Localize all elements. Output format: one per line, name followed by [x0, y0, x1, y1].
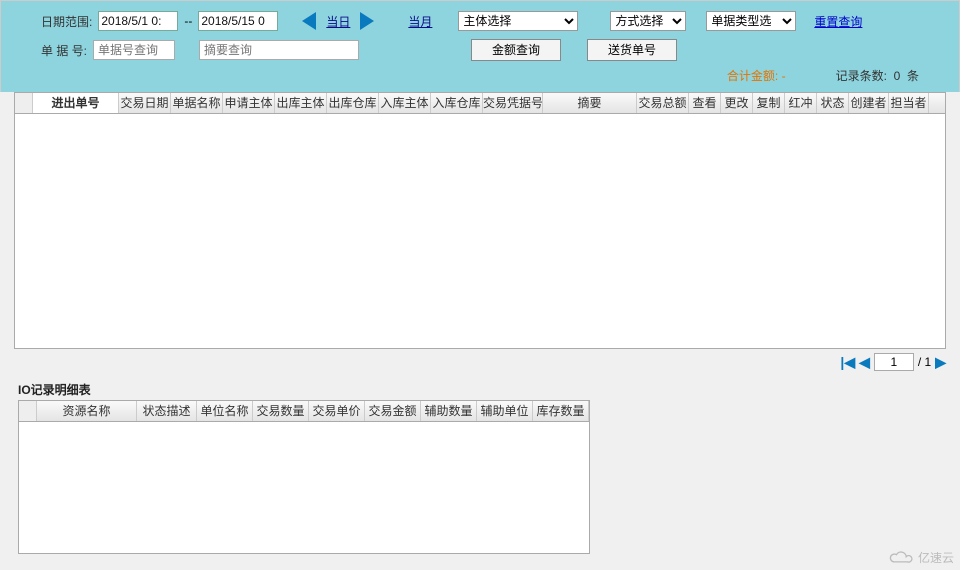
month-button[interactable]: 当月	[404, 13, 436, 30]
subject-select[interactable]: 主体选择	[458, 11, 578, 31]
today-button[interactable]: 当日	[322, 13, 354, 30]
bill-no-label: 单 据 号:	[41, 42, 87, 59]
grid-col-header[interactable]: 红冲	[785, 93, 817, 113]
date-separator: --	[184, 14, 192, 28]
date-range-label: 日期范围:	[41, 13, 92, 30]
summary-input[interactable]	[199, 40, 359, 60]
grid-body[interactable]	[14, 114, 946, 349]
detail-col-header[interactable]: 交易单价	[309, 401, 365, 421]
grid-col-header[interactable]: 入库主体	[379, 93, 431, 113]
detail-col-header[interactable]: 交易数量	[253, 401, 309, 421]
next-day-icon[interactable]	[360, 12, 374, 30]
watermark-text: 亿速云	[918, 549, 954, 566]
mode-select[interactable]: 方式选择	[610, 11, 686, 31]
grid-col-header[interactable]: 单据名称	[171, 93, 223, 113]
total-amount: 合计金额: -	[727, 67, 786, 84]
prev-day-icon[interactable]	[302, 12, 316, 30]
pager-next-icon[interactable]: ▶	[935, 354, 946, 371]
delivery-no-button[interactable]: 送货单号	[587, 39, 677, 61]
detail-body[interactable]	[18, 422, 590, 554]
grid-col-header[interactable]: 查看	[689, 93, 721, 113]
detail-col-header[interactable]: 状态描述	[137, 401, 197, 421]
pager: |◀ ◀ / 1 ▶	[0, 349, 960, 375]
detail-col-header[interactable]: 辅助单位	[477, 401, 533, 421]
grid-col-header[interactable]: 更改	[721, 93, 753, 113]
grid-col-header[interactable]: 出库主体	[275, 93, 327, 113]
toolbar-row-2: 单 据 号: 金额查询 送货单号	[1, 35, 959, 65]
main-grid: 进出单号交易日期单据名称申请主体出库主体出库仓库入库主体入库仓库交易凭据号摘要交…	[0, 92, 960, 349]
grid-header: 进出单号交易日期单据名称申请主体出库主体出库仓库入库主体入库仓库交易凭据号摘要交…	[14, 92, 946, 114]
detail-col-header[interactable]: 交易金额	[365, 401, 421, 421]
pager-prev-icon[interactable]: ◀	[859, 354, 870, 371]
detail-col-header[interactable]: 库存数量	[533, 401, 589, 421]
record-count: 记录条数: 0 条	[836, 67, 919, 84]
watermark: 亿速云	[888, 549, 954, 566]
grid-col-header[interactable]: 交易凭据号	[483, 93, 543, 113]
date-to-input[interactable]	[198, 11, 278, 31]
detail-grid: 资源名称状态描述单位名称交易数量交易单价交易金额辅助数量辅助单位库存数量	[0, 400, 960, 554]
pager-total: / 1	[918, 355, 931, 369]
grid-col-header[interactable]	[15, 93, 33, 113]
pager-page-input[interactable]	[874, 353, 914, 371]
summary-bar: 合计金额: - 记录条数: 0 条	[1, 65, 959, 88]
detail-col-header[interactable]	[19, 401, 37, 421]
pager-first-icon[interactable]: |◀	[840, 354, 855, 371]
grid-col-header[interactable]: 状态	[817, 93, 849, 113]
grid-col-header[interactable]: 担当者	[889, 93, 929, 113]
detail-col-header[interactable]: 资源名称	[37, 401, 137, 421]
reset-query-link[interactable]: 重置查询	[814, 13, 862, 30]
toolbar-row-1: 日期范围: -- 当日 当月 主体选择 方式选择 单据类型选 重置查询	[1, 7, 959, 35]
grid-col-header[interactable]: 摘要	[543, 93, 637, 113]
detail-header: 资源名称状态描述单位名称交易数量交易单价交易金额辅助数量辅助单位库存数量	[18, 400, 590, 422]
grid-col-header[interactable]: 复制	[753, 93, 785, 113]
grid-col-header[interactable]: 出库仓库	[327, 93, 379, 113]
date-from-input[interactable]	[98, 11, 178, 31]
detail-col-header[interactable]: 单位名称	[197, 401, 253, 421]
bill-type-select[interactable]: 单据类型选	[706, 11, 796, 31]
toolbar: 日期范围: -- 当日 当月 主体选择 方式选择 单据类型选 重置查询 单 据 …	[0, 0, 960, 92]
detail-title: IO记录明细表	[0, 375, 960, 400]
cloud-icon	[888, 550, 914, 566]
grid-col-header[interactable]: 交易总额	[637, 93, 689, 113]
grid-col-header[interactable]: 申请主体	[223, 93, 275, 113]
bill-no-input[interactable]	[93, 40, 175, 60]
grid-col-header[interactable]: 进出单号	[33, 93, 119, 113]
detail-col-header[interactable]: 辅助数量	[421, 401, 477, 421]
grid-col-header[interactable]: 交易日期	[119, 93, 171, 113]
grid-col-header[interactable]: 创建者	[849, 93, 889, 113]
amount-query-button[interactable]: 金额查询	[471, 39, 561, 61]
grid-col-header[interactable]: 入库仓库	[431, 93, 483, 113]
